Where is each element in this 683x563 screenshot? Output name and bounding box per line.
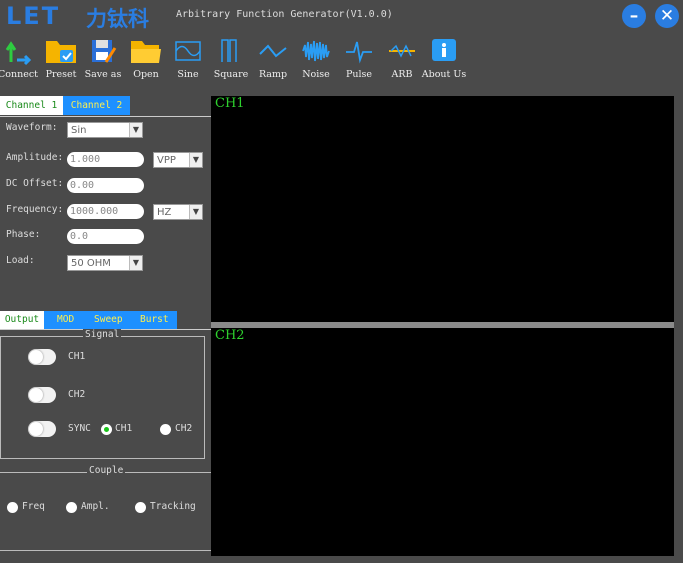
couple-freq-radio[interactable] — [7, 502, 18, 513]
mode-tabs: Output MOD Sweep Burst — [0, 311, 211, 330]
info-icon — [432, 39, 456, 61]
phase-field[interactable]: 0.0 — [67, 229, 144, 244]
bottom-divider — [0, 550, 211, 551]
amplitude-field[interactable]: 1.000 — [67, 152, 144, 167]
sync-toggle[interactable] — [28, 421, 56, 437]
load-label: Load: — [6, 255, 35, 266]
square-wave-icon — [221, 39, 237, 62]
logo-chinese: 力钛科 — [86, 7, 149, 31]
frequency-field[interactable]: 1000.000 — [67, 204, 144, 219]
arb-wave-icon — [389, 44, 415, 58]
waveform-select[interactable]: Sin ▼ — [67, 122, 143, 138]
tab-channel-1[interactable]: Channel 1 — [0, 96, 63, 115]
dc-offset-field[interactable]: 0.00 — [67, 178, 144, 193]
waveform-value: Sin — [71, 125, 87, 136]
chevron-down-icon: ▼ — [129, 123, 142, 137]
mode-tab-strip: MOD Sweep Burst — [44, 311, 177, 329]
close-icon: ✕ — [659, 6, 675, 26]
frequency-unit-value: HZ — [157, 207, 172, 218]
couple-ampl-label: Ampl. — [81, 501, 110, 512]
frequency-unit-select[interactable]: HZ ▼ — [153, 204, 203, 220]
save-icon — [92, 40, 117, 63]
waveform-label: Waveform: — [6, 122, 58, 133]
ch2-toggle[interactable] — [28, 387, 56, 403]
ch2-display: CH2 — [211, 328, 674, 556]
about-us-button[interactable]: About Us — [418, 36, 470, 82]
close-button[interactable]: ✕ — [655, 4, 679, 28]
window-title: Arbitrary Function Generator(V1.0.0) — [176, 9, 393, 20]
sync-ch1-radio[interactable] — [101, 424, 112, 435]
minus-icon: – — [629, 6, 639, 26]
channel-tabs: Channel 1 Channel 2 — [0, 96, 211, 117]
load-select[interactable]: 50 OHM ▼ — [67, 255, 143, 271]
tab-channel-2[interactable]: Channel 2 — [63, 96, 130, 115]
chevron-down-icon: ▼ — [129, 256, 142, 270]
chevron-down-icon: ▼ — [189, 153, 202, 167]
phase-label: Phase: — [6, 229, 41, 240]
sync-ch1-label: CH1 — [115, 423, 133, 434]
sync-ch2-radio[interactable] — [160, 424, 171, 435]
sync-label: SYNC — [68, 423, 91, 434]
amplitude-unit-select[interactable]: VPP ▼ — [153, 152, 203, 168]
ch1-toggle[interactable] — [28, 349, 56, 365]
sine-wave-icon — [175, 41, 201, 61]
tab-mod[interactable]: MOD — [57, 311, 74, 329]
signal-title: Signal — [83, 329, 122, 340]
folder-check-icon — [46, 41, 76, 63]
title-bar: LET 力钛科 Arbitrary Function Generator(V1.… — [0, 0, 683, 32]
logo: LET — [6, 2, 61, 30]
connect-icon — [5, 41, 32, 66]
frequency-label: Frequency: — [6, 204, 64, 215]
minimize-button[interactable]: – — [622, 4, 646, 28]
ch2-label: CH2 — [68, 389, 86, 400]
sync-ch2-label: CH2 — [175, 423, 193, 434]
folder-icon — [131, 41, 161, 63]
amplitude-unit-value: VPP — [157, 155, 176, 166]
couple-tracking-radio[interactable] — [135, 502, 146, 513]
couple-freq-label: Freq — [22, 501, 45, 512]
dc-offset-label: DC Offset: — [6, 178, 64, 189]
chevron-down-icon: ▼ — [189, 205, 202, 219]
couple-ampl-radio[interactable] — [66, 502, 77, 513]
couple-tracking-label: Tracking — [150, 501, 196, 512]
ch2-display-label: CH2 — [215, 328, 245, 343]
noise-wave-icon — [302, 40, 330, 62]
ch1-display: CH1 — [211, 96, 674, 322]
ramp-wave-icon — [259, 44, 287, 58]
amplitude-label: Amplitude: — [6, 152, 64, 163]
load-value: 50 OHM — [71, 258, 111, 269]
tab-burst[interactable]: Burst — [140, 311, 169, 329]
ch1-display-label: CH1 — [215, 96, 245, 111]
couple-title: Couple — [87, 465, 126, 476]
tab-output[interactable]: Output — [0, 311, 44, 329]
tab-sweep[interactable]: Sweep — [94, 311, 123, 329]
ch1-label: CH1 — [68, 351, 86, 362]
pulse-wave-icon — [346, 41, 372, 64]
